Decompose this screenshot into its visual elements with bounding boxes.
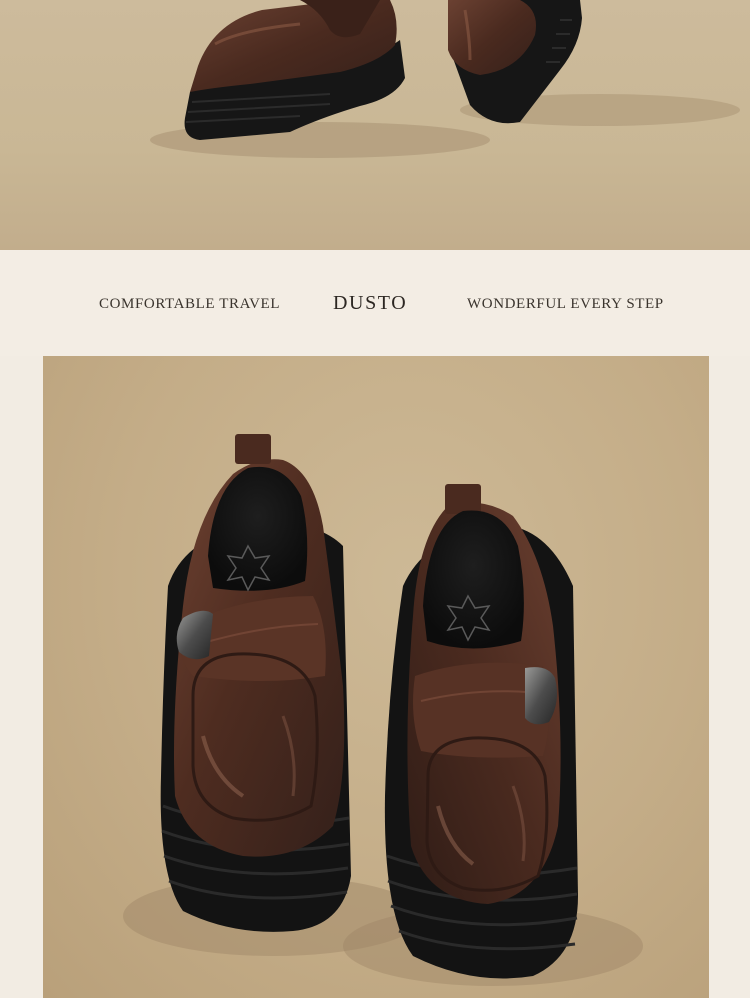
tagline-left: COMFORTABLE TRAVEL [99,296,281,312]
top-product-photo [0,0,750,250]
shoe-left-top [184,0,405,140]
brand-name: DUSTO [333,292,408,314]
shoe-right [384,484,578,979]
shoe-left [160,434,351,932]
tagline-band: COMFORTABLE TRAVEL DUSTO WONDERFUL EVERY… [0,250,750,356]
tagline-right: WONDERFUL EVERY STEP [467,296,664,312]
main-product-photo [43,356,709,998]
product-detail-page: COMFORTABLE TRAVEL DUSTO WONDERFUL EVERY… [0,0,750,998]
